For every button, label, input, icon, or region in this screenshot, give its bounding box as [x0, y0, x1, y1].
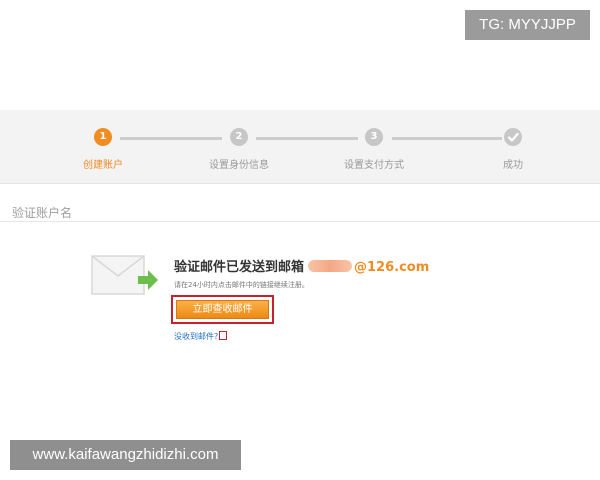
watermark-top: TG: MYYJJPP: [465, 10, 590, 40]
step-number-badge: 3: [365, 128, 383, 146]
cta-highlight-box: 立即查收邮件: [171, 295, 274, 324]
step-label: 创建账户: [83, 160, 123, 171]
resend-link[interactable]: 没收到邮件?: [174, 331, 228, 342]
check-icon: [504, 128, 522, 146]
resend-highlight-box: [219, 331, 228, 340]
check-mail-button[interactable]: 立即查收邮件: [176, 300, 269, 319]
step-number-badge: 2: [230, 128, 248, 146]
verify-hint: 请在24小时内点击邮件中的链接继续注册。: [174, 281, 309, 289]
step-success: 成功: [463, 128, 563, 171]
step-label: 成功: [503, 160, 523, 171]
resend-link-text[interactable]: 没收到邮件?: [174, 332, 218, 341]
headline-text: 验证邮件已发送到邮箱: [174, 260, 305, 275]
envelope-arrow-icon: [90, 254, 162, 298]
watermark-bottom: www.kaifawangzhidizhi.com: [10, 440, 241, 470]
step-create-account: 1 创建账户: [53, 128, 153, 171]
step-identity-info: 2 设置身份信息: [189, 128, 289, 171]
email-redacted: [308, 260, 353, 272]
step-number-badge: 1: [94, 128, 112, 146]
verify-headline: 验证邮件已发送到邮箱 @126.com: [174, 256, 429, 275]
step-label: 设置支付方式: [344, 160, 404, 171]
section-divider: [0, 221, 600, 222]
step-payment-method: 3 设置支付方式: [324, 128, 424, 171]
section-title: 验证账户名: [12, 206, 73, 220]
step-label: 设置身份信息: [209, 160, 269, 171]
progress-steps: 1 创建账户 2 设置身份信息 3 设置支付方式 成功: [0, 110, 600, 184]
email-domain: @126.com: [354, 260, 430, 275]
